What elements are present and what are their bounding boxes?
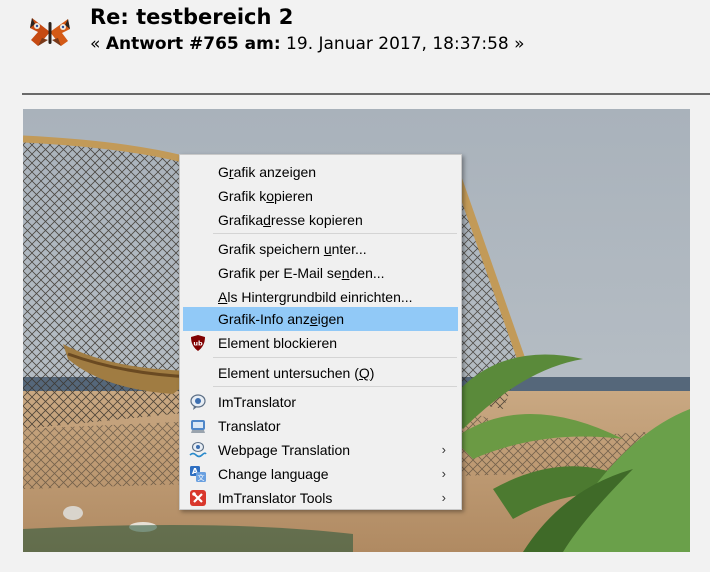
menu-label-post: resse kopieren [270, 212, 363, 228]
post-meta: « Antwort #765 am: 19. Januar 2017, 18:3… [90, 34, 525, 54]
menu-label-pre: Grafik-Info anz [218, 311, 310, 327]
menu-label: ImTranslator Tools [218, 490, 333, 506]
menu-accesskey: u [323, 241, 332, 257]
menu-label-post: den... [349, 265, 385, 281]
menu-item-element-untersuchen[interactable]: Element untersuchen (Q) [183, 361, 458, 385]
context-menu: Grafik anzeigen Grafik kopieren Grafikad… [179, 154, 462, 510]
menu-item-translator[interactable]: Translator [183, 414, 458, 438]
menu-accesskey: Q [358, 365, 370, 381]
post-divider [22, 93, 710, 95]
menu-label: ImTranslator [218, 394, 297, 410]
change-language-icon: A 文 [190, 466, 206, 482]
butterfly-avatar-icon[interactable] [28, 14, 72, 50]
menu-label-pre: Grafika [218, 212, 264, 228]
menu-accesskey: e [309, 311, 318, 327]
menu-item-change-language[interactable]: A 文 Change language › [183, 462, 458, 486]
ublock-origin-icon: ub [191, 335, 205, 351]
menu-item-grafik-info[interactable]: Grafik-Info anzeigen [183, 307, 458, 331]
menu-label: Change language [218, 466, 329, 482]
submenu-arrow-icon: › [441, 442, 446, 457]
menu-item-imtranslator[interactable]: ImTranslator [183, 390, 458, 414]
menu-label-post: nter... [331, 241, 367, 257]
translator-icon [191, 420, 205, 433]
menu-item-grafik-kopieren[interactable]: Grafik kopieren [183, 184, 458, 208]
menu-label-pre: Grafik per E-Mail se [218, 265, 342, 281]
imtranslator-tools-icon [190, 490, 206, 506]
menu-item-grafik-speichern[interactable]: Grafik speichern unter... [183, 237, 458, 261]
svg-text:文: 文 [198, 473, 205, 482]
menu-item-grafik-per-email[interactable]: Grafik per E-Mail senden... [183, 261, 458, 285]
post-date: 19. Januar 2017, 18:37:58 » [280, 34, 525, 54]
menu-label: Element blockieren [218, 335, 338, 351]
menu-accesskey: A [218, 289, 228, 305]
menu-item-grafik-anzeigen[interactable]: Grafik anzeigen [183, 160, 458, 184]
post-title[interactable]: Re: testbereich 2 [90, 5, 293, 29]
menu-item-webpage-translation[interactable]: Webpage Translation › [183, 438, 458, 462]
menu-label-post: igen [317, 311, 345, 327]
menu-label-pre: G [218, 164, 229, 180]
menu-separator [213, 233, 457, 234]
submenu-arrow-icon: › [441, 466, 446, 481]
menu-label-post: ) [369, 365, 375, 381]
menu-item-hintergrundbild[interactable]: Als Hintergrundbild einrichten... [183, 285, 458, 309]
menu-item-imtranslator-tools[interactable]: ImTranslator Tools › [183, 486, 458, 510]
menu-label-pre: Grafik k [218, 188, 267, 204]
menu-label-pre: Grafik speichern [218, 241, 324, 257]
menu-label-post: pieren [274, 188, 313, 204]
menu-separator [213, 386, 457, 387]
svg-text:ub: ub [193, 340, 203, 348]
reply-label[interactable]: Antwort #765 am: [106, 34, 281, 54]
menu-separator [213, 357, 457, 358]
menu-item-element-blockieren[interactable]: ub Element blockieren [183, 331, 458, 355]
submenu-arrow-icon: › [441, 490, 446, 505]
webpage-translation-icon [189, 441, 207, 458]
meta-open: « [90, 34, 106, 54]
menu-label-post: afik anzeigen [233, 164, 317, 180]
menu-item-grafikadresse-kopieren[interactable]: Grafikadresse kopieren [183, 208, 458, 232]
menu-label-post: ls Hintergrundbild einrichten... [227, 289, 413, 305]
menu-label: Webpage Translation [218, 442, 351, 458]
menu-accesskey: d [263, 212, 271, 228]
menu-accesskey: o [266, 188, 275, 204]
menu-label: Translator [218, 418, 281, 434]
menu-accesskey: n [341, 265, 350, 281]
imtranslator-icon [190, 394, 206, 410]
menu-label-pre: Element untersuchen ( [218, 365, 359, 381]
